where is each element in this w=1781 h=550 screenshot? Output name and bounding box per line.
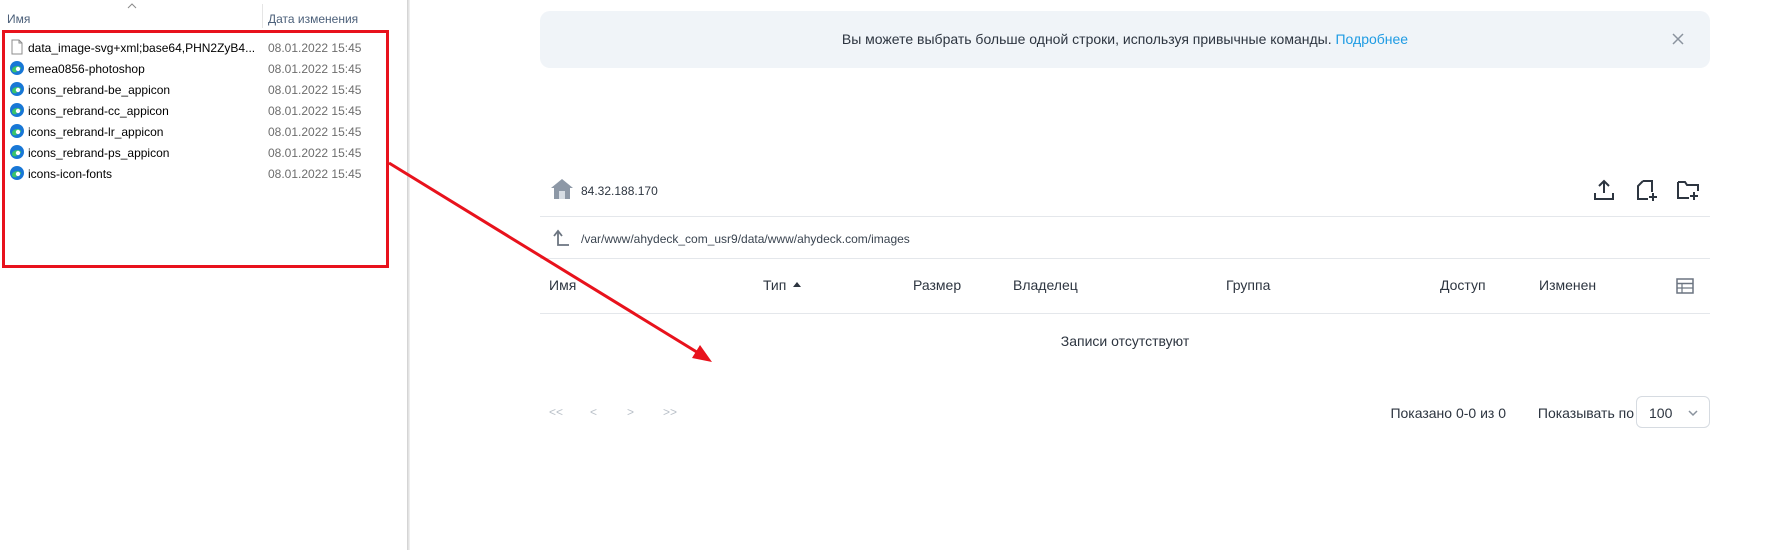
column-name-header[interactable]: Имя bbox=[7, 12, 30, 26]
file-date: 08.01.2022 15:45 bbox=[268, 167, 362, 181]
prev-page-button[interactable]: < bbox=[590, 405, 597, 419]
file-name: icons_rebrand-lr_appicon bbox=[28, 125, 164, 139]
header-owner[interactable]: Владелец bbox=[1013, 277, 1078, 293]
banner-more-link[interactable]: Подробнее bbox=[1335, 31, 1408, 47]
first-page-button[interactable]: << bbox=[549, 405, 563, 419]
banner-text: Вы можете выбрать больше одной строки, и… bbox=[841, 31, 1332, 47]
level-up-icon[interactable] bbox=[551, 228, 571, 248]
explorer-column-header: Имя Дата изменения bbox=[0, 0, 405, 28]
header-modified[interactable]: Изменен bbox=[1539, 277, 1596, 293]
edge-browser-icon bbox=[10, 82, 24, 96]
file-name: icons-icon-fonts bbox=[28, 167, 113, 181]
file-row[interactable]: data_image-svg+xml;base64,PHN2ZyB4... 08.… bbox=[6, 37, 396, 58]
current-path: /var/www/ahydeck_com_usr9/data/www/ahyde… bbox=[581, 232, 910, 246]
file-row[interactable]: icons_rebrand-be_appicon 08.01.2022 15:45 bbox=[6, 79, 396, 100]
chevron-down-icon bbox=[1688, 410, 1698, 417]
edge-browser-icon bbox=[10, 103, 24, 117]
header-access[interactable]: Доступ bbox=[1440, 277, 1486, 293]
header-size[interactable]: Размер bbox=[913, 277, 961, 293]
upload-icon[interactable] bbox=[1592, 178, 1616, 202]
file-date: 08.01.2022 15:45 bbox=[268, 41, 362, 55]
header-type-label: Тип bbox=[763, 277, 787, 293]
table-columns-icon[interactable] bbox=[1676, 277, 1694, 295]
file-name: data_image-svg+xml;base64,PHN2ZyB4... bbox=[28, 41, 256, 55]
per-page-value: 100 bbox=[1649, 405, 1673, 421]
header-name[interactable]: Имя bbox=[549, 277, 576, 293]
home-server-icon[interactable] bbox=[550, 178, 574, 200]
host-toolbar: 84.32.188.170 bbox=[540, 173, 1710, 217]
new-folder-icon[interactable] bbox=[1676, 178, 1700, 202]
file-date: 08.01.2022 15:45 bbox=[268, 146, 362, 160]
file-row[interactable]: icons_rebrand-ps_appicon 08.01.2022 15:45 bbox=[6, 142, 396, 163]
table-header: Имя Тип Размер Владелец Группа Доступ Из… bbox=[540, 260, 1710, 314]
per-page-select[interactable]: 100 bbox=[1636, 396, 1710, 428]
file-row[interactable]: icons_rebrand-lr_appicon 08.01.2022 15:45 bbox=[6, 121, 396, 142]
info-banner: Вы можете выбрать больше одной строки, и… bbox=[540, 11, 1710, 68]
sort-ascending-icon bbox=[127, 3, 137, 9]
next-page-button[interactable]: > bbox=[627, 405, 634, 419]
per-page-label: Показывать по bbox=[1537, 405, 1634, 421]
edge-browser-icon bbox=[10, 61, 24, 75]
file-date: 08.01.2022 15:45 bbox=[268, 62, 362, 76]
file-date: 08.01.2022 15:45 bbox=[268, 125, 362, 139]
banner-message: Вы можете выбрать больше одной строки, и… bbox=[540, 31, 1710, 47]
close-icon[interactable] bbox=[1670, 31, 1686, 47]
edge-browser-icon bbox=[10, 145, 24, 159]
new-file-icon[interactable] bbox=[1634, 178, 1658, 202]
file-explorer-pane: Имя Дата изменения data_image-svg+xml;ba… bbox=[0, 0, 410, 550]
file-date: 08.01.2022 15:45 bbox=[268, 83, 362, 97]
file-name: emea0856-photoshop bbox=[28, 62, 145, 76]
sort-ascending-icon bbox=[793, 282, 802, 287]
pagination: << < > >> Показано 0-0 из 0 Показывать п… bbox=[540, 396, 1710, 430]
file-date: 08.01.2022 15:45 bbox=[268, 104, 362, 118]
file-row[interactable]: icons-icon-fonts 08.01.2022 15:45 bbox=[6, 163, 396, 184]
edge-browser-icon bbox=[10, 166, 24, 180]
file-row[interactable]: emea0856-photoshop 08.01.2022 15:45 bbox=[6, 58, 396, 79]
file-row[interactable]: icons_rebrand-cc_appicon 08.01.2022 15:45 bbox=[6, 100, 396, 121]
host-address: 84.32.188.170 bbox=[581, 184, 658, 198]
edge-browser-icon bbox=[10, 124, 24, 138]
path-bar: /var/www/ahydeck_com_usr9/data/www/ahyde… bbox=[540, 218, 1710, 259]
pane-divider bbox=[407, 0, 410, 550]
header-type[interactable]: Тип bbox=[763, 277, 802, 293]
blank-file-icon bbox=[11, 39, 23, 55]
shown-count: Показано 0-0 из 0 bbox=[1390, 405, 1506, 421]
empty-table-message: Записи отсутствуют bbox=[1060, 333, 1190, 349]
file-name: icons_rebrand-be_appicon bbox=[28, 83, 171, 97]
last-page-button[interactable]: >> bbox=[663, 405, 677, 419]
file-name: icons_rebrand-ps_appicon bbox=[28, 146, 170, 160]
file-name: icons_rebrand-cc_appicon bbox=[28, 104, 169, 118]
column-date-header[interactable]: Дата изменения bbox=[268, 12, 358, 26]
header-group[interactable]: Группа bbox=[1226, 277, 1270, 293]
column-separator[interactable] bbox=[262, 4, 263, 28]
